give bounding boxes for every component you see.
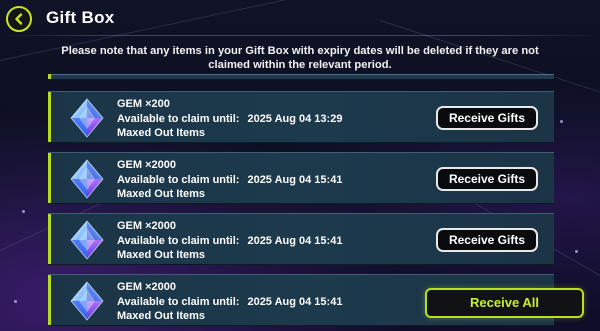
header-divider — [0, 35, 600, 36]
header-bar: Gift Box — [0, 0, 600, 36]
gem-icon — [70, 98, 104, 138]
list-top-edge — [48, 74, 554, 79]
gift-info: GEM ×2000 Available to claim until: 2025 … — [117, 280, 342, 324]
gem-icon — [70, 281, 104, 321]
gift-status: Maxed Out Items — [117, 188, 206, 200]
gift-item-name: GEM ×2000 — [117, 159, 177, 171]
gift-item-name: GEM ×200 — [117, 98, 170, 110]
gift-row: GEM ×200 Available to claim until: 2025 A… — [48, 91, 554, 143]
gem-icon — [70, 220, 104, 260]
gift-item-name: GEM ×2000 — [117, 281, 177, 293]
claim-date: 2025 Aug 04 15:41 — [247, 234, 343, 247]
receive-all-button[interactable]: Receive All — [425, 288, 584, 318]
gift-info: GEM ×200 Available to claim until: 2025 A… — [117, 97, 342, 141]
claim-label: Available to claim until: — [117, 173, 240, 186]
gift-status: Maxed Out Items — [117, 310, 206, 322]
page-title: Gift Box — [46, 8, 115, 27]
chevron-left-icon — [15, 13, 23, 25]
claim-label: Available to claim until: — [117, 112, 240, 125]
gem-icon — [70, 159, 104, 199]
claim-label: Available to claim until: — [117, 295, 240, 308]
gift-status: Maxed Out Items — [117, 249, 206, 261]
claim-date: 2025 Aug 04 15:41 — [247, 173, 343, 186]
receive-gifts-button[interactable]: Receive Gifts — [436, 106, 538, 130]
gift-info: GEM ×2000 Available to claim until: 2025 … — [117, 219, 342, 263]
claim-label: Available to claim until: — [117, 234, 240, 247]
gift-item-name: GEM ×2000 — [117, 220, 177, 232]
claim-date: 2025 Aug 04 15:41 — [247, 295, 343, 308]
receive-gifts-button[interactable]: Receive Gifts — [436, 167, 538, 191]
gift-row: GEM ×2000 Available to claim until: 2025 … — [48, 152, 554, 204]
gift-status: Maxed Out Items — [117, 127, 206, 139]
gift-row: GEM ×2000 Available to claim until: 2025 … — [48, 213, 554, 265]
gift-info: GEM ×2000 Available to claim until: 2025 … — [117, 158, 342, 202]
receive-gifts-button[interactable]: Receive Gifts — [436, 228, 538, 252]
expiry-notice: Please note that any items in your Gift … — [61, 45, 539, 71]
back-button[interactable] — [6, 6, 32, 32]
claim-date: 2025 Aug 04 13:29 — [247, 112, 343, 125]
